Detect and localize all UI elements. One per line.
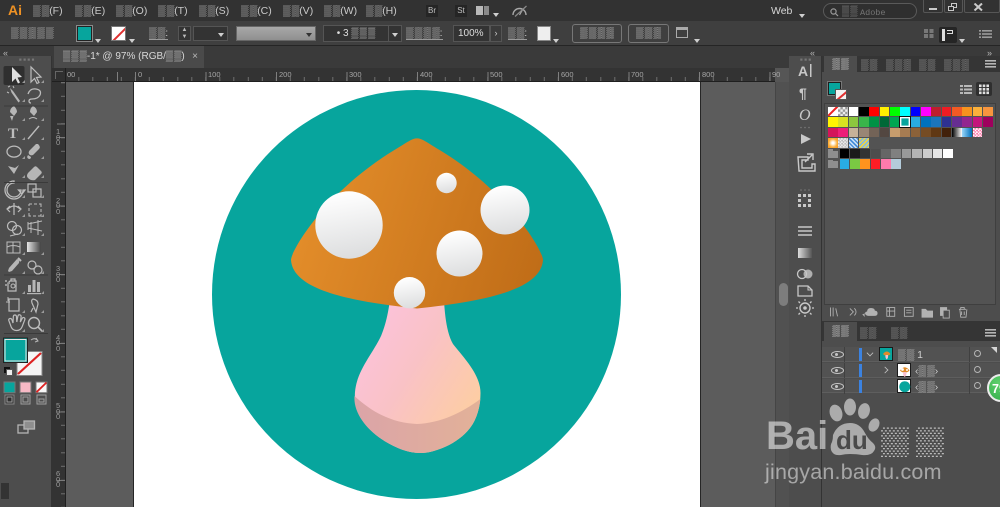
svg-text:A: A	[798, 63, 808, 79]
svg-text:O: O	[799, 107, 811, 124]
svg-text:¶: ¶	[799, 85, 807, 101]
svg-text:du: du	[836, 425, 868, 455]
svg-text:T: T	[8, 126, 18, 142]
